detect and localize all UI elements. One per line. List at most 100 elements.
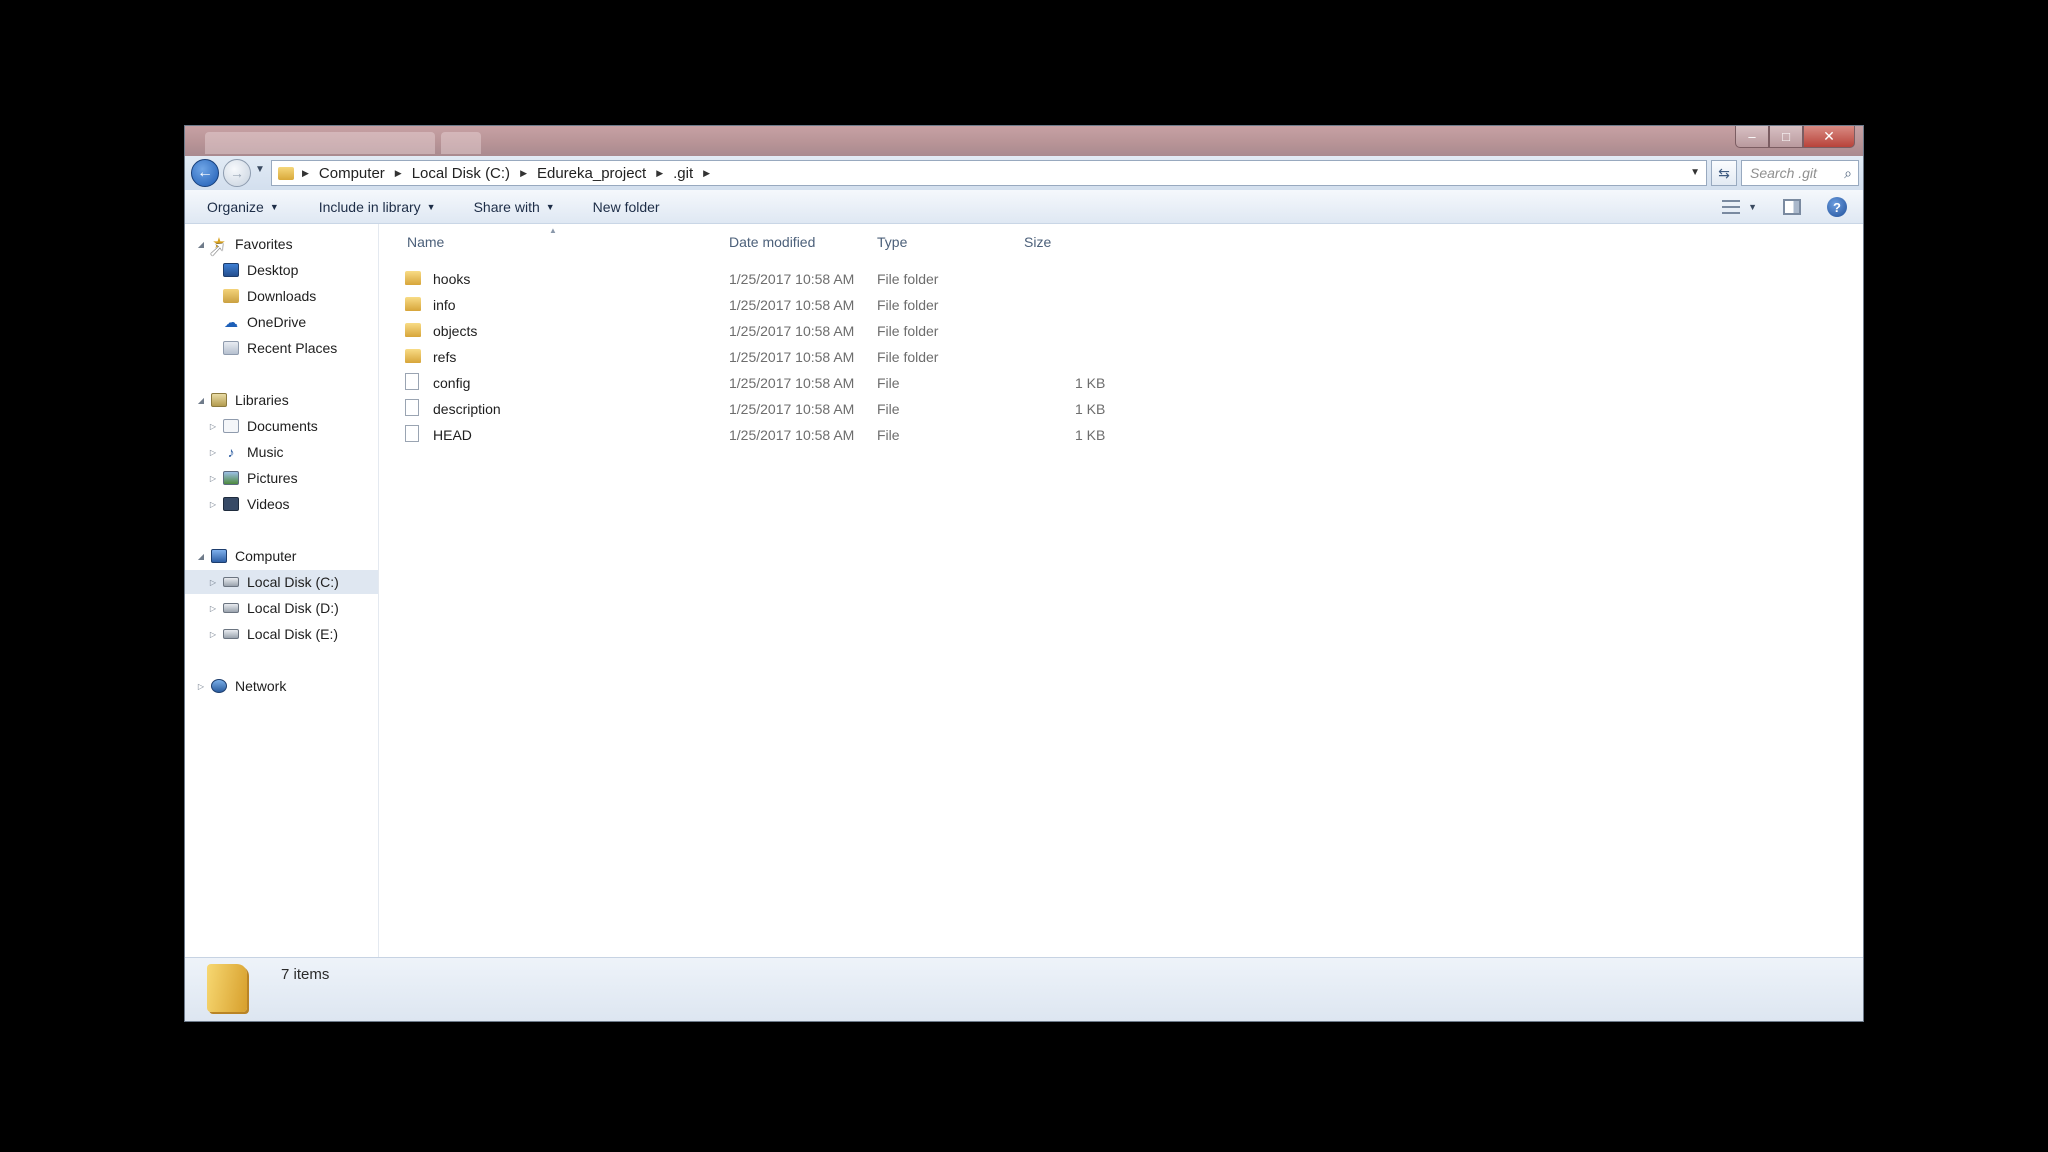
file-row[interactable]: info 1/25/2017 10:58 AM File folder (391, 293, 1151, 317)
nav-onedrive[interactable]: ☁ OneDrive (219, 310, 306, 334)
search-input[interactable]: Search .git (1750, 165, 1817, 181)
nav-desktop-label: Desktop (247, 262, 299, 278)
nav-pictures-label: Pictures (247, 470, 298, 486)
column-header-date[interactable]: Date modified (729, 234, 815, 250)
file-size: 1 KB (1075, 375, 1106, 391)
breadcrumb-arrow-icon[interactable]: ▶ (656, 168, 663, 179)
file-type: File folder (877, 297, 939, 313)
command-bar: Organize ▼ Include in library ▼ Share with… (185, 190, 1863, 224)
nav-computer[interactable]: ◢ Computer (195, 544, 297, 568)
caret-down-icon: ▼ (426, 201, 436, 212)
nav-computer-label: Computer (235, 548, 297, 564)
preview-pane-icon[interactable] (1783, 199, 1801, 215)
nav-downloads-label: Downloads (247, 288, 317, 304)
view-options-dropdown-icon[interactable]: ▼ (1748, 202, 1757, 212)
nav-videos-label: Videos (247, 496, 290, 512)
collapsed-arrow-icon[interactable]: ▷ (195, 682, 207, 691)
nav-videos[interactable]: ▷ Videos (207, 492, 290, 516)
folder-icon (207, 964, 247, 1012)
expanded-arrow-icon[interactable]: ◢ (195, 240, 207, 249)
downloads-icon (223, 289, 239, 303)
file-name: HEAD (433, 427, 472, 443)
desktop-icon (223, 263, 239, 277)
collapsed-arrow-icon[interactable]: ▷ (207, 422, 219, 431)
file-row[interactable]: HEAD 1/25/2017 10:58 AM File 1 KB (391, 423, 1151, 447)
disk-icon (223, 629, 239, 639)
documents-icon (223, 419, 239, 433)
nav-onedrive-label: OneDrive (247, 314, 307, 330)
column-header-type[interactable]: Type (877, 234, 907, 250)
refresh-button[interactable]: ⇆ (1711, 160, 1737, 186)
nav-local-disk-e[interactable]: ▷ Local Disk (E:) (207, 622, 338, 646)
back-button[interactable]: ← (191, 159, 219, 187)
nav-recent-places[interactable]: Recent Places (219, 336, 337, 360)
collapsed-arrow-icon[interactable]: ▷ (207, 630, 219, 639)
folder-icon (405, 323, 421, 337)
search-icon[interactable]: ⌕ (1844, 165, 1852, 182)
file-row[interactable]: description 1/25/2017 10:58 AM File 1 KB (391, 397, 1151, 421)
forward-arrow-icon: → (230, 165, 244, 181)
file-row[interactable]: objects 1/25/2017 10:58 AM File folder (391, 319, 1151, 343)
new-folder-button[interactable]: New folder (593, 199, 660, 215)
include-in-library-menu[interactable]: Include in library ▼ (319, 199, 436, 215)
onedrive-icon: ☁ (224, 314, 238, 330)
nav-pictures[interactable]: ▷ Pictures (207, 466, 298, 490)
file-date: 1/25/2017 10:58 AM (729, 271, 855, 287)
nav-network[interactable]: ▷ Network (195, 674, 286, 698)
breadcrumb-computer[interactable]: Computer (317, 165, 387, 182)
breadcrumb-local-disk-c[interactable]: Local Disk (C:) (410, 165, 512, 182)
collapsed-arrow-icon[interactable]: ▷ (207, 448, 219, 457)
file-row[interactable]: refs 1/25/2017 10:58 AM File folder (391, 345, 1151, 369)
breadcrumb-arrow-icon[interactable]: ▶ (520, 168, 527, 179)
folder-icon (405, 271, 421, 285)
nav-local-disk-d-label: Local Disk (D:) (247, 600, 339, 616)
new-folder-label: New folder (592, 198, 660, 215)
breadcrumb-edureka-project[interactable]: Edureka_project (535, 165, 648, 182)
nav-desktop[interactable]: Desktop (219, 258, 298, 282)
search-box[interactable]: Search .git ⌕ (1741, 160, 1859, 186)
address-history-dropdown-icon[interactable]: ▼ (1690, 167, 1700, 178)
file-row[interactable]: config 1/25/2017 10:58 AM File 1 KB (391, 371, 1151, 395)
minimize-button[interactable]: – (1735, 126, 1769, 148)
recent-pages-dropdown-icon[interactable]: ▼ (255, 164, 265, 175)
breadcrumb-arrow-icon[interactable]: ▶ (395, 168, 402, 179)
forward-button[interactable]: → (223, 159, 251, 187)
folder-icon (278, 166, 294, 180)
nav-local-disk-c[interactable]: ▷ Local Disk (C:) (185, 570, 378, 594)
share-with-label: Share with (473, 198, 540, 215)
file-icon (405, 425, 419, 442)
share-with-menu[interactable]: Share with ▼ (474, 199, 555, 215)
change-view-icon[interactable] (1722, 200, 1741, 214)
breadcrumb-arrow-icon[interactable]: ▶ (302, 168, 309, 179)
nav-libraries-label: Libraries (235, 392, 289, 408)
close-button[interactable]: ✕ (1803, 126, 1855, 148)
expanded-arrow-icon[interactable]: ◢ (195, 552, 207, 561)
nav-local-disk-d[interactable]: ▷ Local Disk (D:) (207, 596, 339, 620)
collapsed-arrow-icon[interactable]: ▷ (207, 500, 219, 509)
nav-libraries[interactable]: ◢ Libraries (195, 388, 289, 412)
collapsed-arrow-icon[interactable]: ▷ (207, 578, 219, 587)
file-type: File folder (877, 349, 939, 365)
column-header-name[interactable]: Name (407, 234, 444, 250)
organize-label: Organize (207, 198, 264, 215)
nav-favorites-label: Favorites (235, 236, 293, 252)
breadcrumb-arrow-icon[interactable]: ▶ (703, 168, 710, 179)
maximize-button[interactable]: □ (1769, 126, 1803, 148)
nav-downloads[interactable]: Downloads (219, 284, 316, 308)
column-header-size[interactable]: Size (1024, 234, 1051, 250)
libraries-icon (211, 393, 227, 407)
expanded-arrow-icon[interactable]: ◢ (195, 396, 207, 405)
collapsed-arrow-icon[interactable]: ▷ (207, 604, 219, 613)
file-icon (405, 373, 419, 390)
nav-network-label: Network (235, 678, 287, 694)
nav-documents[interactable]: ▷ Documents (207, 414, 318, 438)
nav-music[interactable]: ▷ ♪ Music (207, 440, 284, 464)
collapsed-arrow-icon[interactable]: ▷ (207, 474, 219, 483)
nav-local-disk-c-label: Local Disk (C:) (247, 574, 339, 590)
details-pane: 7 items (185, 957, 1863, 1021)
organize-menu[interactable]: Organize ▼ (207, 199, 279, 215)
address-bar[interactable]: ▶ Computer ▶ Local Disk (C:) ▶ Edureka_p… (271, 160, 1707, 186)
breadcrumb-git[interactable]: .git (671, 165, 695, 182)
file-row[interactable]: hooks 1/25/2017 10:58 AM File folder (391, 267, 1151, 291)
help-icon[interactable]: ? (1827, 197, 1847, 217)
